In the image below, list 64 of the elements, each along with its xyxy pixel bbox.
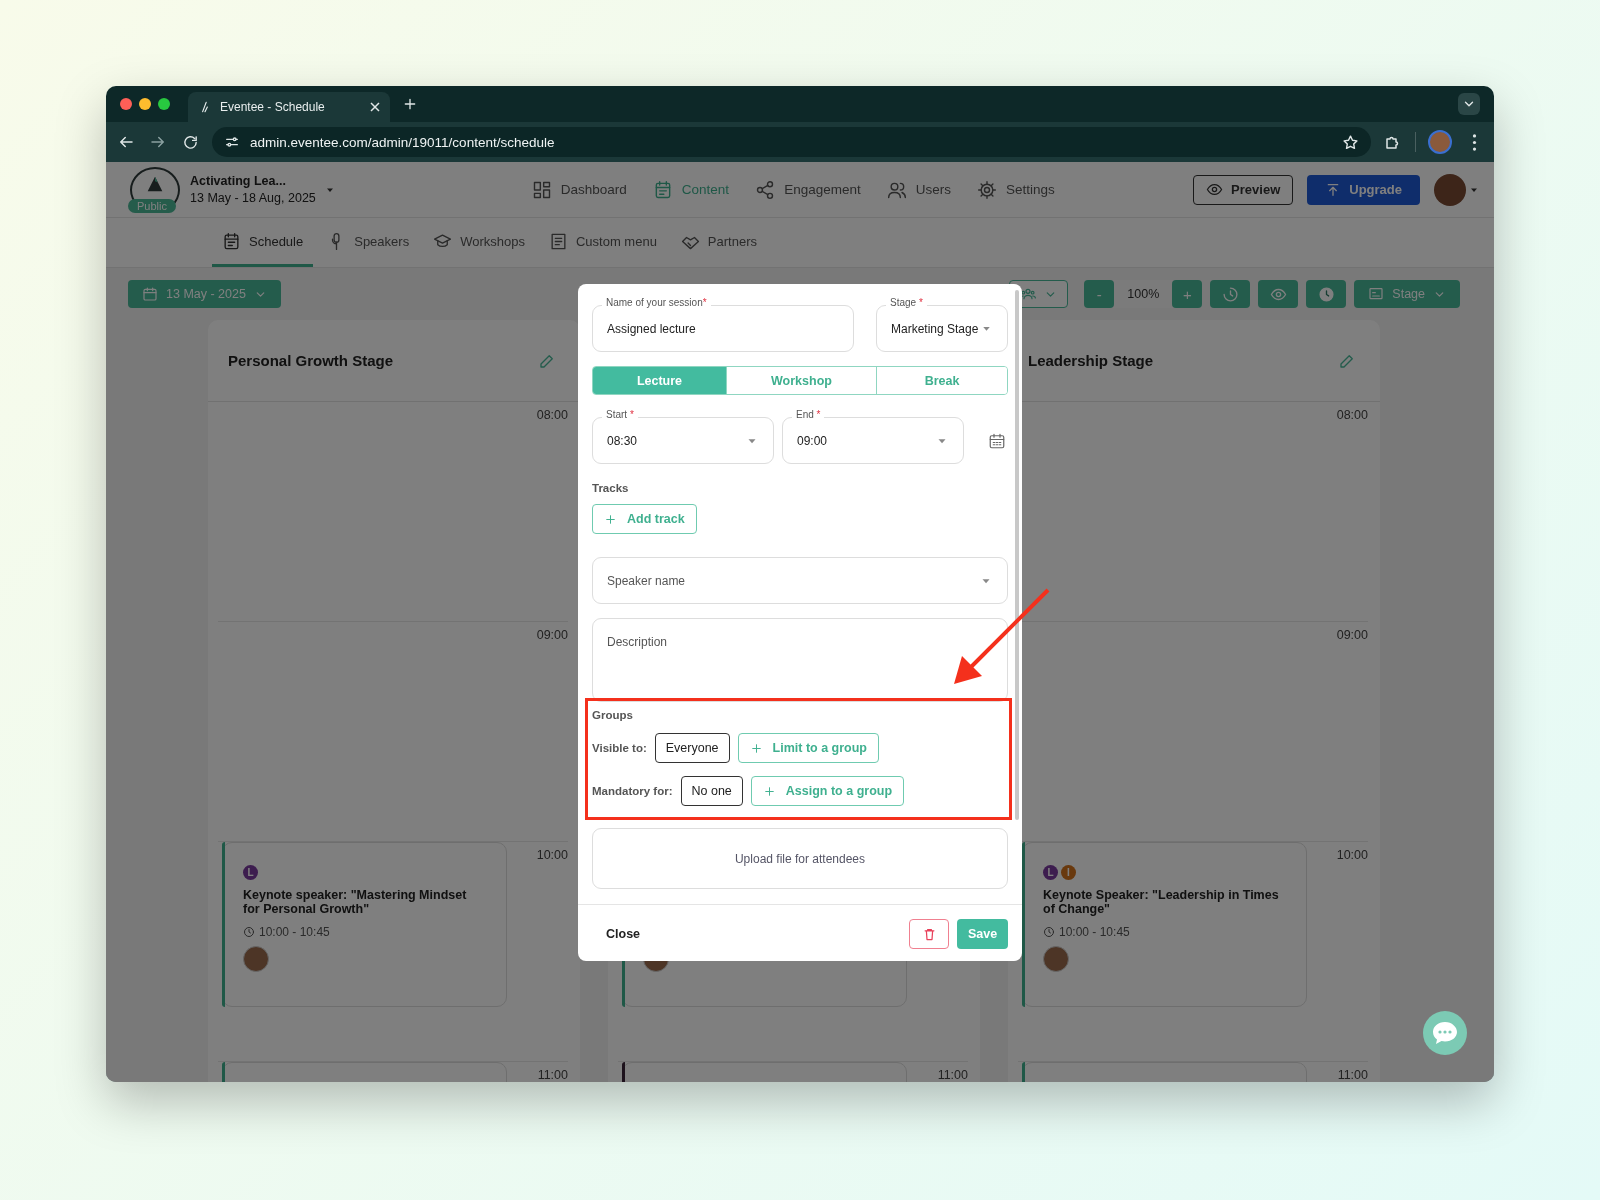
visible-to-label: Visible to: (592, 742, 647, 754)
add-track-button[interactable]: Add track (592, 504, 697, 534)
hour-label: 11:00 (1337, 1068, 1368, 1082)
hour-label: 11:00 (537, 1068, 568, 1082)
session-card[interactable]: L I Keynote Speaker: "Leadership in Times of Change" 10:00 - 10:45 (1022, 842, 1307, 1007)
stage-name: Personal Growth Stage (228, 352, 395, 369)
close-button[interactable]: Close (606, 927, 641, 941)
subnav-tab[interactable]: Schedule (212, 218, 314, 267)
subnav-tab[interactable]: Speakers (317, 218, 420, 267)
field-label: End * (792, 409, 825, 420)
hour-label: 08:00 (1336, 408, 1368, 422)
assign-group-button[interactable]: Assign to a group (750, 776, 905, 806)
public-badge: Public (128, 198, 176, 213)
track-tag: L (1043, 865, 1058, 880)
event-dates: 13 May - 18 Aug, 2025 (190, 191, 316, 205)
end-time-dropdown[interactable]: 09:00 (782, 417, 964, 464)
stage-name: Leadership Stage (1028, 352, 1155, 369)
field-label: Start * (602, 409, 638, 420)
nav-link[interactable]: Engagement (755, 179, 861, 200)
address-bar[interactable]: admin.eventee.com/admin/19011/content/schedule (212, 127, 1371, 157)
tracks-label: Tracks (592, 482, 629, 494)
view-dropdown[interactable]: Stage (1354, 280, 1460, 308)
subnav-tab[interactable]: Custom menu (538, 218, 667, 267)
session-title: Keynote speaker: "Mastering Mindset for Personal Growth" (243, 888, 468, 917)
save-button[interactable]: Save (957, 919, 1008, 949)
subnav-tab[interactable]: Partners (670, 218, 767, 267)
file-upload-area[interactable]: Upload file for attendees (592, 828, 1008, 889)
session-time: 10:00 - 10:45 (1043, 924, 1130, 939)
session-type-tab[interactable]: Lecture (593, 367, 727, 394)
field-label: Stage * (886, 297, 927, 308)
subnav-tab[interactable]: Workshops (423, 218, 535, 267)
hour-label: 11:00 (937, 1068, 968, 1082)
everyone-chip[interactable]: Everyone (654, 733, 730, 763)
track-tag: L (243, 865, 258, 880)
session-title: Keynote Speaker: "Leadership in Times of Change" (1043, 888, 1280, 917)
session-card[interactable]: L Keynote speaker: "Mastering Mindset for Personal Growth" 10:00 - 10:45 (222, 842, 507, 1007)
nav-link[interactable]: Users (886, 179, 951, 200)
limit-group-button[interactable]: Limit to a group (737, 733, 879, 763)
no-one-chip[interactable]: No one (680, 776, 743, 806)
groups-label: Groups (592, 709, 633, 721)
zoom-out-button[interactable]: - (1084, 280, 1115, 308)
start-time-dropdown[interactable]: 08:30 (592, 417, 774, 464)
hour-label: 10:00 (536, 848, 568, 862)
track-tag: I (1061, 865, 1076, 880)
field-label: Name of your session* (602, 297, 711, 308)
date-picker-button[interactable]: 13 May - 2025 (128, 280, 281, 308)
nav-link[interactable]: Content (652, 179, 730, 200)
zoom-level: 100% (1126, 287, 1161, 301)
session-time: 10:00 - 10:45 (243, 924, 330, 939)
preview-button[interactable]: Preview (1193, 174, 1294, 205)
upgrade-button[interactable]: Upgrade (1307, 174, 1420, 205)
event-name: Activating Lea... (190, 174, 287, 188)
url-text: admin.eventee.com/admin/19011/content/schedule (250, 134, 556, 150)
hour-label: 09:00 (536, 628, 568, 642)
zoom-in-button[interactable]: + (1172, 280, 1203, 308)
nav-link[interactable]: Dashboard (531, 179, 627, 200)
browser-tab[interactable]: Eventee - Schedule (188, 92, 390, 122)
hour-label: 10:00 (1336, 848, 1368, 862)
hour-label: 09:00 (1336, 628, 1368, 642)
nav-link[interactable]: Settings (976, 179, 1055, 200)
speaker-dropdown[interactable]: Speaker name (592, 557, 1008, 604)
description-field[interactable]: Description (592, 618, 1008, 702)
hour-label: 08:00 (536, 408, 568, 422)
mandatory-for-label: Mandatory for: (592, 785, 673, 797)
